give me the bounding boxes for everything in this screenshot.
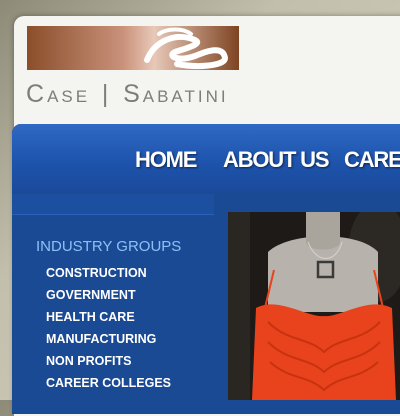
sidebar-item-manufacturing[interactable]: MANUFACTURING: [46, 332, 171, 354]
logo-wordmark: CASE | SABATINI: [26, 80, 229, 109]
sidebar-item-government[interactable]: GOVERNMENT: [46, 288, 171, 310]
sidebar-item-health-care[interactable]: HEALTH CARE: [46, 310, 171, 332]
logo-swoosh-icon: [144, 27, 229, 69]
mannequin-photo-icon: [228, 212, 400, 400]
sidebar-item-non-profits[interactable]: NON PROFITS: [46, 354, 171, 376]
sidebar-heading: INDUSTRY GROUPS: [36, 238, 182, 255]
sidebar-divider: [12, 194, 214, 215]
nav-careers[interactable]: CAREE: [344, 147, 400, 173]
logo-first-rest: ASE: [47, 87, 91, 106]
hero-photo: [228, 212, 400, 400]
nav-home[interactable]: HOME: [135, 147, 197, 173]
logo-separator: |: [101, 80, 112, 108]
industry-groups-list: CONSTRUCTION GOVERNMENT HEALTH CARE MANU…: [46, 266, 171, 398]
logo-second-initial: S: [123, 80, 143, 108]
logo-first-initial: C: [26, 80, 48, 108]
sidebar-item-construction[interactable]: CONSTRUCTION: [46, 266, 171, 288]
sidebar-item-career-colleges[interactable]: CAREER COLLEGES: [46, 376, 171, 398]
main-nav: HOME ABOUT US CAREE: [12, 124, 400, 192]
logo-graphic[interactable]: [27, 26, 239, 70]
nav-about-us[interactable]: ABOUT US: [223, 147, 330, 173]
logo-second-rest: ABATINI: [142, 87, 229, 106]
